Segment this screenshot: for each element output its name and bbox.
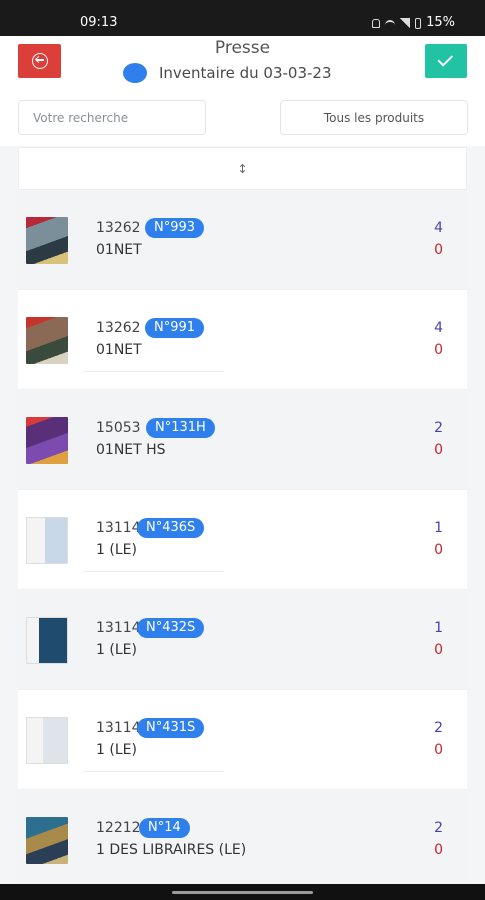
product-code: 13114 <box>96 720 141 736</box>
counted-quantity: 0 <box>434 842 443 858</box>
issue-badge: N°436S <box>137 518 205 538</box>
newspaper-cover <box>26 717 68 764</box>
counted-quantity: 0 <box>434 242 443 258</box>
issue-badge: N°991 <box>145 318 205 338</box>
inventory-date: Inventaire du 03-03-23 <box>159 64 332 82</box>
expected-quantity: 4 <box>434 320 443 336</box>
inventory-subtitle: Inventaire du 03-03-23 <box>123 63 332 83</box>
magazine-cover <box>26 217 68 264</box>
home-gesture-handle[interactable] <box>172 891 313 894</box>
search-input[interactable] <box>18 100 206 135</box>
issue-badge: N°14 <box>139 818 190 838</box>
product-name: 1 (LE) <box>96 742 137 758</box>
counted-quantity: 0 <box>434 342 443 358</box>
system-nav-bar <box>0 884 485 900</box>
expected-quantity: 2 <box>434 820 443 836</box>
issue-badge: N°431S <box>137 718 205 738</box>
product-code: 15053 <box>96 420 141 436</box>
header: Presse Inventaire du 03-03-23 <box>0 36 485 90</box>
expected-quantity: 4 <box>434 220 443 236</box>
status-icons: 15% <box>372 15 455 31</box>
validate-button[interactable] <box>425 44 467 78</box>
battery-level: 15% <box>426 15 455 30</box>
page-title: Presse <box>214 38 271 58</box>
status-time: 09:13 <box>80 15 118 30</box>
counted-quantity: 0 <box>434 442 443 458</box>
list-item[interactable]: 13114 N°431S 1 (LE) 2 0 <box>18 690 467 790</box>
newspaper-cover <box>26 517 68 564</box>
issue-badge: N°993 <box>145 218 205 238</box>
mute-icon <box>372 18 381 28</box>
signal-icon <box>400 18 411 28</box>
product-code: 12212 <box>96 820 141 836</box>
magazine-cover <box>26 417 68 464</box>
counted-quantity: 0 <box>434 542 443 558</box>
row-divider <box>84 571 224 572</box>
expected-quantity: 2 <box>434 720 443 736</box>
issue-badge: N°432S <box>137 618 205 638</box>
counted-quantity: 0 <box>434 742 443 758</box>
row-divider <box>84 771 224 772</box>
sort-header[interactable]: ↕ <box>18 147 467 190</box>
battery-icon <box>415 17 422 29</box>
status-dot <box>123 63 147 83</box>
expected-quantity: 1 <box>434 620 443 636</box>
list-item[interactable]: 13114 N°436S 1 (LE) 1 0 <box>18 490 467 590</box>
product-code: 13262 <box>96 320 141 336</box>
wifi-icon <box>385 19 396 27</box>
product-filter-select[interactable]: Tous les produits <box>280 100 468 135</box>
magazine-cover <box>26 817 68 864</box>
list-item[interactable]: 13262 N°993 01NET 4 0 <box>18 190 467 290</box>
product-name: 1 (LE) <box>96 642 137 658</box>
expected-quantity: 1 <box>434 520 443 536</box>
list-item[interactable]: 13262 N°991 01NET 4 0 <box>18 290 467 390</box>
list-item[interactable]: 13114 N°432S 1 (LE) 1 0 <box>18 590 467 690</box>
product-code: 13114 <box>96 620 141 636</box>
product-name: 01NET HS <box>96 442 166 458</box>
list-item[interactable]: 12212 N°14 1 DES LIBRAIRES (LE) 2 0 <box>18 790 467 884</box>
newspaper-cover <box>26 617 68 664</box>
check-icon <box>437 51 454 67</box>
magazine-cover <box>26 317 68 364</box>
product-name: 01NET <box>96 342 142 358</box>
product-code: 13114 <box>96 520 141 536</box>
counted-quantity: 0 <box>434 642 443 658</box>
product-name: 01NET <box>96 242 142 258</box>
filter-bar: Tous les produits <box>0 90 485 146</box>
expected-quantity: 2 <box>434 420 443 436</box>
product-name: 1 (LE) <box>96 542 137 558</box>
status-bar: 09:13 15% <box>0 0 485 36</box>
issue-badge: N°131H <box>146 418 215 438</box>
product-list: ↕ 13262 N°993 01NET 4 0 13262 N°991 01NE… <box>18 147 467 884</box>
product-code: 13262 <box>96 220 141 236</box>
row-divider <box>84 371 224 372</box>
list-item[interactable]: 15053 N°131H 01NET HS 2 0 <box>18 390 467 490</box>
product-name: 1 DES LIBRAIRES (LE) <box>96 842 247 858</box>
